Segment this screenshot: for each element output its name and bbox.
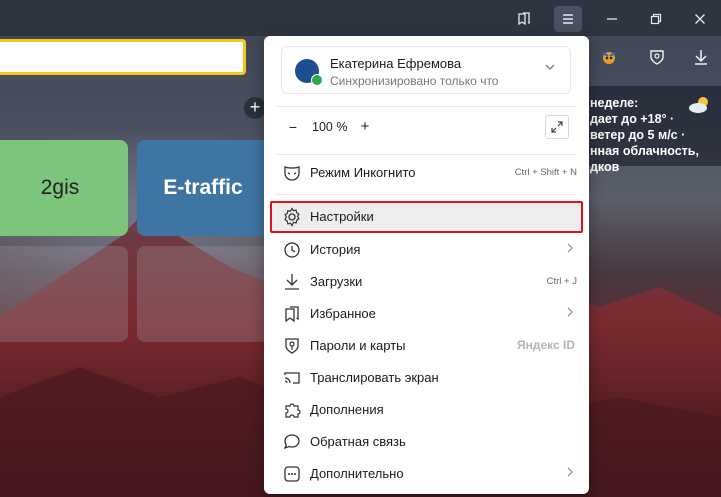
main-menu-button[interactable] [554,6,582,32]
sync-check-icon [311,74,323,86]
menu-item-more[interactable]: Дополнительно [270,458,583,490]
bookmarks-icon [518,12,530,26]
weather-widget[interactable]: неделе: дает до +18° · ветер до 5 м/с · … [584,86,721,174]
partly-cloudy-icon [689,97,708,113]
menu-item-cast[interactable]: Транслировать экран [270,362,583,394]
menu-item-label: Дополнительно [310,466,404,481]
extension-button[interactable] [594,40,624,74]
restore-icon [650,13,662,25]
key-shield-icon [650,50,664,65]
bookmarks-icon [282,304,302,324]
minimize-icon [607,18,617,20]
weather-text: ветер до 5 м/с · [590,128,686,142]
chevron-right-icon [567,243,573,253]
zoom-out-button[interactable]: − [285,119,301,135]
yandex-id-badge: Яндекс ID [516,338,575,352]
tile-2gis[interactable]: 2gis [0,140,128,236]
menu-item-bookmarks[interactable]: Избранное [270,298,583,330]
close-button[interactable] [686,6,714,32]
key-shield-icon [282,336,302,356]
fullscreen-button[interactable] [545,115,569,139]
search-input[interactable] [0,39,246,75]
menu-item-label: Избранное [310,306,376,321]
downloads-toolbar-button[interactable] [686,40,716,74]
menu-item-label: Пароли и карты [310,338,406,353]
cast-icon [282,368,302,388]
menu-item-extensions[interactable]: Дополнения [270,394,583,426]
menu-item-passwords[interactable]: Пароли и карты Яндекс ID [270,330,583,362]
clock-icon [282,240,302,260]
divider [276,154,577,155]
passwords-toolbar-button[interactable] [642,40,672,74]
menu-item-label: Загрузки [310,274,363,289]
browser-title-bar [0,0,721,36]
menu-item-label: История [310,242,361,257]
download-icon [282,272,302,292]
minimize-button[interactable] [598,6,626,32]
more-dots-icon [282,464,302,484]
menu-item-incognito[interactable]: Режим Инкогнито Ctrl + Shift + N [270,157,583,189]
sync-status: Синхронизировано только что [330,74,499,88]
menu-item-label: Обратная связь [310,434,406,449]
chevron-down-icon[interactable] [544,61,556,73]
zoom-level: 100 % [312,120,348,134]
menu-item-settings[interactable]: Настройки [270,201,583,233]
menu-item-label: Режим Инкогнито [310,165,416,180]
incognito-mask-icon [282,163,302,183]
chevron-right-icon [567,307,573,317]
shortcut-hint: Ctrl + J [546,276,577,287]
weather-text: дков [590,160,620,174]
bookmarks-panel-button[interactable] [510,6,538,32]
puzzle-icon [282,400,302,420]
weather-text: нная облачность, [590,144,699,158]
speech-bubble-icon [282,432,302,452]
restore-button[interactable] [642,6,670,32]
menu-item-label: Транслировать экран [310,370,439,385]
menu-item-history[interactable]: История [270,234,583,266]
hamburger-icon [563,14,573,24]
menu-item-feedback[interactable]: Обратная связь [270,426,583,458]
main-menu-dropdown: Екатерина Ефремова Синхронизировано толь… [264,36,589,494]
close-icon [695,14,705,24]
profile-name: Екатерина Ефремова [330,56,462,71]
chevron-right-icon [567,467,573,477]
tile-label: 2gis [40,176,80,199]
zoom-controls: − 100 % + [264,111,589,147]
divider [276,194,577,195]
menu-item-label: Настройки [310,209,374,224]
shortcut-hint: Ctrl + Shift + N [514,167,577,178]
add-tile-button[interactable]: + [244,97,266,119]
download-icon [695,50,707,65]
menu-item-label: Дополнения [310,402,384,417]
tile-empty[interactable] [0,246,128,342]
tile-etraffic[interactable]: E-traffic [137,140,269,236]
menu-item-downloads[interactable]: Загрузки Ctrl + J [270,266,583,298]
extension-mascot-icon [602,52,616,64]
fullscreen-icon [551,121,563,133]
gear-icon [282,207,302,227]
tile-label: E-traffic [163,176,243,199]
profile-card[interactable]: Екатерина Ефремова Синхронизировано толь… [281,46,571,94]
divider [276,106,577,107]
tile-empty[interactable] [137,246,269,342]
zoom-in-button[interactable]: + [357,118,373,135]
